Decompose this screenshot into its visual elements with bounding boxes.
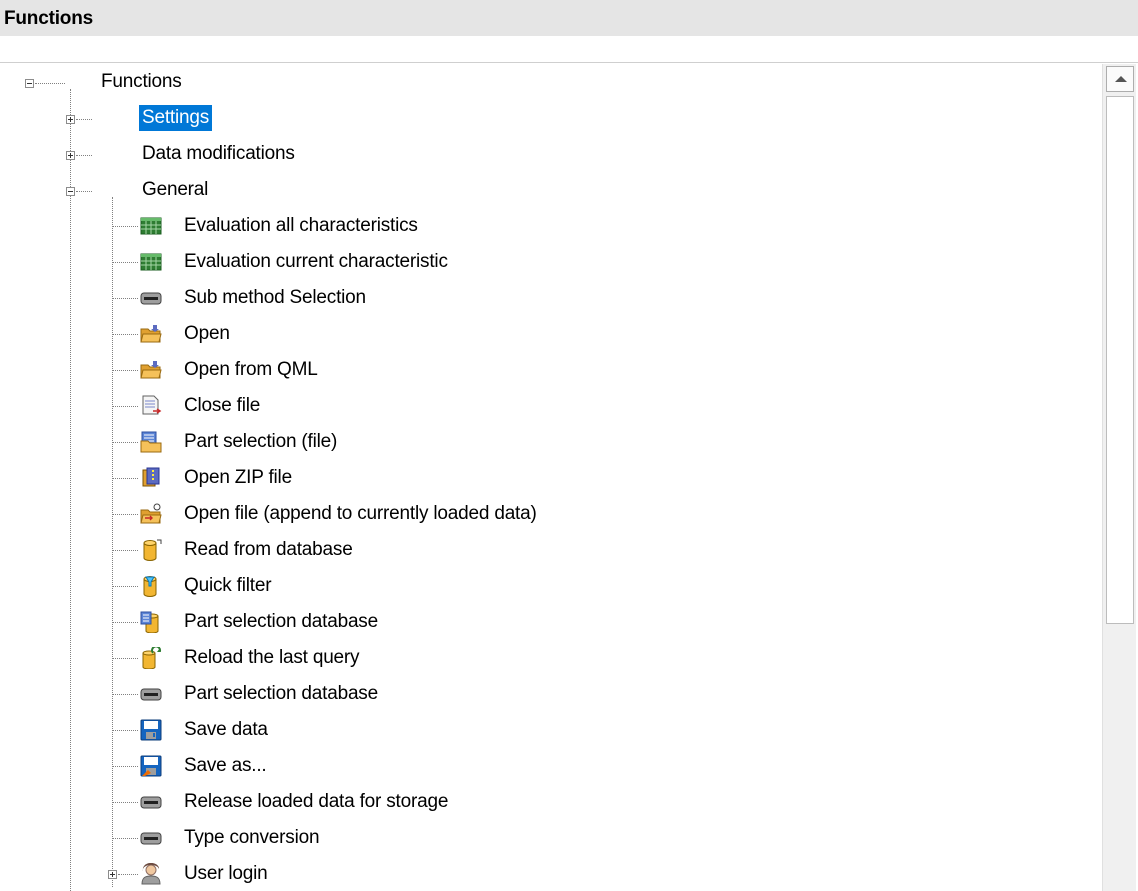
tree-node-general[interactable]: General (139, 177, 211, 203)
expander-user-login[interactable] (108, 870, 117, 879)
scroll-up-button[interactable] (1106, 66, 1134, 92)
tree-item-open-file-append[interactable]: Open file (append to currently loaded da… (181, 501, 540, 527)
table-grid-icon (140, 253, 162, 271)
tree-item-evaluation-current-characteristic[interactable]: Evaluation current characteristic (181, 249, 451, 275)
scroll-thumb[interactable] (1106, 96, 1134, 624)
database-icon (143, 539, 162, 561)
functions-tree[interactable]: Functions Settings Data modifications Ge… (0, 62, 1138, 891)
folder-open-icon (140, 325, 162, 343)
panel-header: Functions (0, 0, 1138, 36)
database-filter-icon (143, 576, 157, 597)
button-icon (140, 796, 162, 809)
tree-item-quick-filter[interactable]: Quick filter (181, 573, 274, 599)
save-as-icon (140, 755, 162, 777)
database-list-icon (140, 611, 159, 633)
expander-data-modifications[interactable] (66, 151, 75, 160)
tree-node-functions[interactable]: Functions (98, 69, 185, 95)
table-grid-icon (140, 217, 162, 235)
tree-item-open[interactable]: Open (181, 321, 233, 347)
tree-item-open-zip-file[interactable]: Open ZIP file (181, 465, 295, 491)
tree-item-reload-last-query[interactable]: Reload the last query (181, 645, 362, 671)
zip-file-icon (142, 467, 160, 487)
folder-list-icon (140, 431, 162, 453)
tree-item-release-loaded-data[interactable]: Release loaded data for storage (181, 789, 451, 815)
database-reload-icon (142, 647, 162, 669)
folder-open-icon (140, 361, 162, 379)
tree-item-part-selection-database-button[interactable]: Part selection database (181, 681, 381, 707)
tree-item-type-conversion[interactable]: Type conversion (181, 825, 322, 851)
tree-item-read-from-database[interactable]: Read from database (181, 537, 356, 563)
panel-title: Functions (4, 8, 93, 29)
tree-item-evaluation-all-characteristics[interactable]: Evaluation all characteristics (181, 213, 421, 239)
tree-item-sub-method-selection[interactable]: Sub method Selection (181, 285, 369, 311)
tree-node-settings[interactable]: Settings (139, 105, 213, 131)
tree-item-part-selection-database[interactable]: Part selection database (181, 609, 381, 635)
vertical-scrollbar[interactable] (1102, 64, 1136, 891)
tree-item-user-login[interactable]: User login (181, 861, 271, 887)
button-icon (140, 832, 162, 845)
button-icon (140, 292, 162, 305)
document-close-icon (142, 395, 162, 415)
expander-settings[interactable] (66, 115, 75, 124)
tree-item-save-data[interactable]: Save data (181, 717, 271, 743)
tree-node-data-modifications[interactable]: Data modifications (139, 141, 298, 167)
floppy-disk-icon (140, 719, 162, 741)
user-icon (141, 863, 161, 885)
expander-root[interactable] (25, 79, 34, 88)
expander-general[interactable] (66, 187, 75, 196)
folder-append-icon (140, 503, 162, 524)
tree-item-open-from-qml[interactable]: Open from QML (181, 357, 321, 383)
tree-item-save-as[interactable]: Save as... (181, 753, 270, 779)
tree-item-close-file[interactable]: Close file (181, 393, 263, 419)
tree-item-part-selection-file[interactable]: Part selection (file) (181, 429, 340, 455)
button-icon (140, 688, 162, 701)
